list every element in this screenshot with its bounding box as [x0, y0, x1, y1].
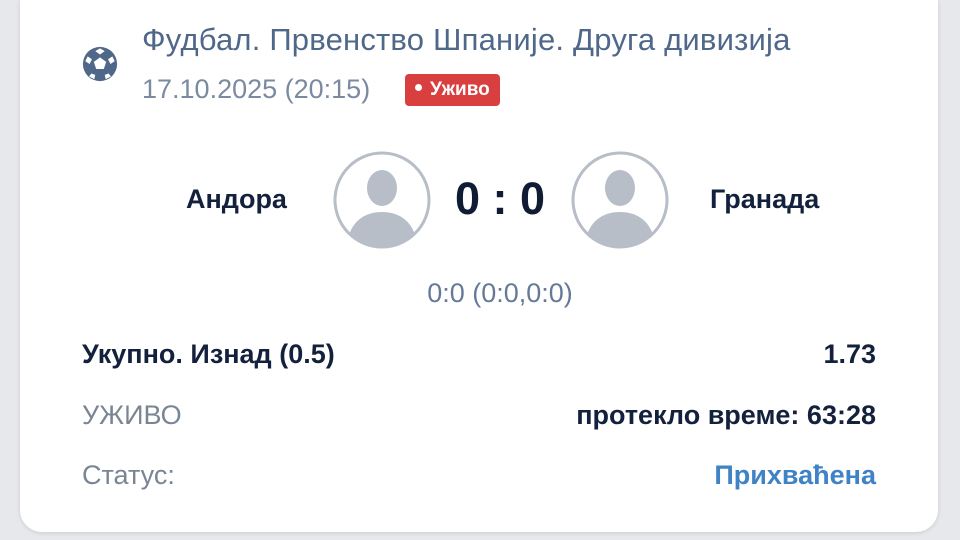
home-team-name: Андора	[186, 184, 287, 214]
score-detail: 0:0 (0:0,0:0)	[427, 278, 573, 308]
live-badge: Уживо	[405, 74, 500, 106]
live-badge-label: Уживо	[430, 79, 490, 100]
live-dot-icon	[415, 84, 422, 92]
away-team-avatar-icon	[571, 151, 669, 249]
live-label: УЖИВО	[82, 400, 182, 430]
match-score: 0 : 0	[454, 173, 546, 224]
card-corner	[918, 0, 938, 10]
match-datetime: 17.10.2025 (20:15)	[142, 74, 371, 104]
elapsed-time: протекло време: 63:28	[576, 400, 876, 430]
bet-market: Укупно. Изнад (0.5)	[82, 339, 335, 369]
away-team-name: Гранада	[710, 184, 820, 214]
soccer-ball-icon	[82, 46, 118, 82]
status-label: Статус:	[82, 460, 175, 490]
bet-card: Фудбал. Првенство Шпаније. Друга дивизиј…	[20, 0, 938, 532]
league-title: Фудбал. Првенство Шпаније. Друга дивизиј…	[142, 22, 791, 57]
bet-odds: 1.73	[823, 339, 876, 369]
status-value: Прихваћена	[714, 460, 876, 490]
home-team-avatar-icon	[333, 151, 431, 249]
